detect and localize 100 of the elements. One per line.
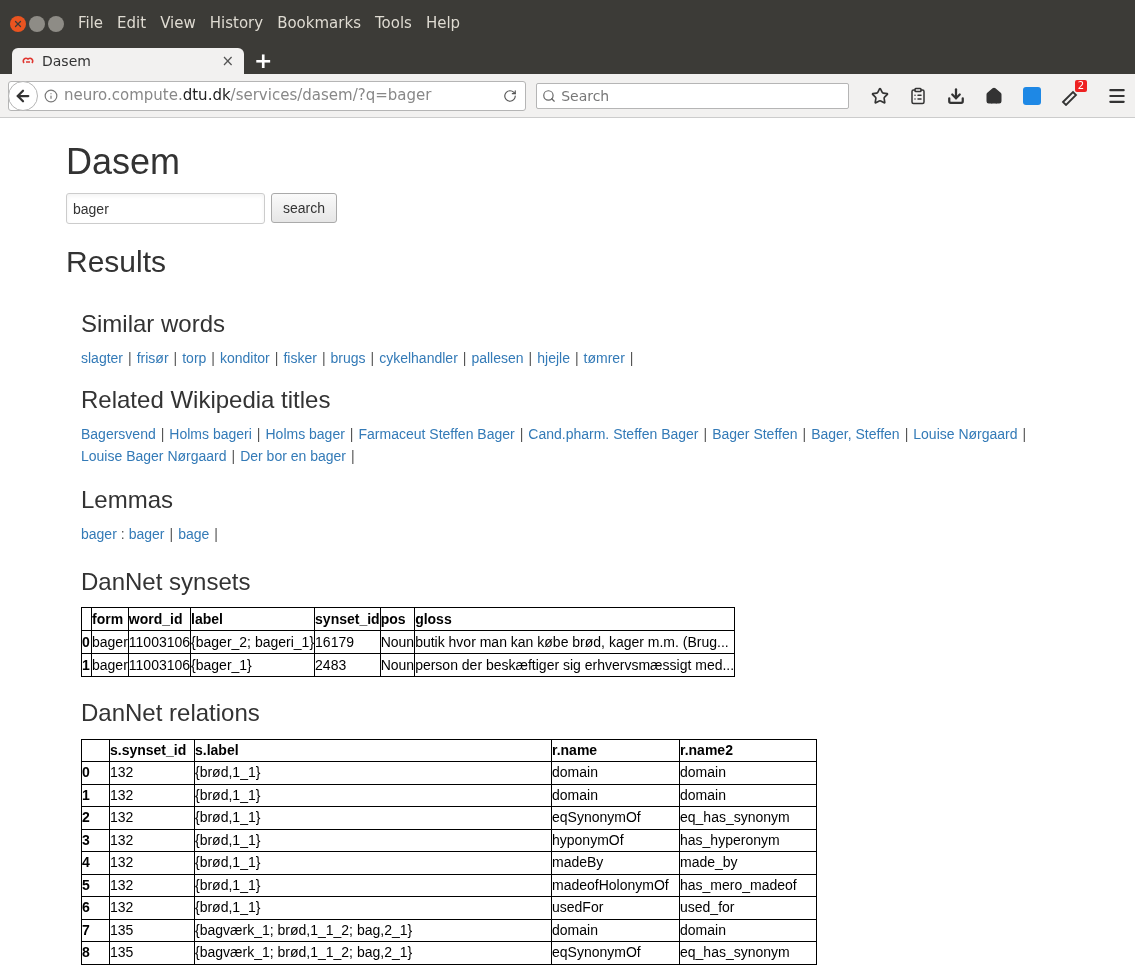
result-link[interactable]: Bager Steffen bbox=[712, 423, 798, 445]
result-link[interactable]: konditor bbox=[219, 347, 270, 369]
result-link[interactable]: Bager, Steffen bbox=[811, 423, 900, 445]
row-index: 4 bbox=[81, 851, 110, 874]
table-cell: {brød,1_1} bbox=[194, 784, 552, 807]
column-header: label bbox=[190, 607, 315, 631]
table-cell: {bagværk_1; brød,1_1_2; bag,2_1} bbox=[194, 919, 552, 942]
download-icon[interactable] bbox=[947, 86, 965, 105]
table-cell: person der beskæftiger sig erhvervsmæssigt med... bbox=[414, 653, 735, 677]
table-cell: Noun bbox=[380, 653, 415, 677]
separator: | bbox=[274, 349, 279, 368]
result-link[interactable]: Louise Nørgaard bbox=[913, 423, 1018, 445]
table-cell: hyponymOf bbox=[551, 829, 680, 852]
section-heading: DanNet synsets bbox=[81, 567, 252, 597]
maximize-icon[interactable] bbox=[48, 16, 64, 32]
close-icon[interactable] bbox=[10, 16, 26, 32]
row-index: 0 bbox=[81, 761, 110, 784]
separator: : bbox=[120, 525, 125, 544]
table-cell: eqSynonymOf bbox=[551, 806, 680, 829]
result-link[interactable]: Farmaceut Steffen Bager bbox=[358, 423, 515, 445]
reload-icon[interactable] bbox=[503, 88, 518, 103]
table-cell: {brød,1_1} bbox=[194, 851, 552, 874]
browser-tab[interactable]: Dasem × bbox=[12, 48, 244, 74]
back-icon[interactable] bbox=[8, 80, 38, 111]
page-title: Dasem bbox=[66, 140, 182, 184]
result-link[interactable]: pallesen bbox=[471, 347, 524, 369]
column-header: word_id bbox=[128, 607, 191, 631]
reading-list-icon[interactable] bbox=[909, 86, 927, 105]
row-index: 0 bbox=[81, 630, 92, 654]
table-cell: 132 bbox=[109, 896, 195, 919]
search-icon bbox=[542, 88, 557, 103]
result-link[interactable]: Der bor en bager bbox=[240, 445, 346, 467]
column-header: pos bbox=[380, 607, 415, 631]
results-heading: Results bbox=[66, 244, 168, 280]
separator: | bbox=[173, 349, 178, 368]
result-link[interactable]: tømrer bbox=[583, 347, 625, 369]
column-header: gloss bbox=[414, 607, 735, 631]
table-cell: made_by bbox=[679, 851, 817, 874]
menu-item[interactable]: Bookmarks bbox=[277, 12, 361, 35]
table-cell: usedFor bbox=[551, 896, 680, 919]
search-field[interactable]: Search bbox=[536, 82, 849, 109]
info-icon[interactable] bbox=[44, 88, 58, 103]
result-link[interactable]: Holms bager bbox=[265, 423, 345, 445]
result-link[interactable]: brugs bbox=[330, 347, 366, 369]
menu-item[interactable]: File bbox=[78, 12, 104, 35]
search-button[interactable]: search bbox=[271, 193, 338, 223]
separator: | bbox=[351, 447, 355, 466]
table-cell: 135 bbox=[109, 919, 195, 942]
table-cell: bager bbox=[91, 630, 129, 654]
table-cell: eq_has_synonym bbox=[679, 941, 817, 964]
result-link[interactable]: Cand.pharm. Steffen Bager bbox=[528, 423, 699, 445]
result-link[interactable]: Bagersvend bbox=[81, 423, 156, 445]
table-cell: domain bbox=[679, 784, 817, 807]
table-cell: {brød,1_1} bbox=[194, 806, 552, 829]
result-link[interactable]: hjejle bbox=[537, 347, 570, 369]
row-index: 6 bbox=[81, 896, 110, 919]
menu-item[interactable]: History bbox=[209, 12, 264, 35]
separator: | bbox=[462, 349, 467, 368]
menu-item[interactable]: View bbox=[160, 12, 196, 35]
table-cell: 132 bbox=[109, 829, 195, 852]
result-link[interactable]: bager bbox=[81, 523, 117, 545]
table-cell: Noun bbox=[380, 630, 415, 654]
result-link[interactable]: Louise Bager Nørgaard bbox=[81, 445, 227, 467]
result-link[interactable]: cykelhandler bbox=[379, 347, 458, 369]
query-field[interactable]: bager bbox=[66, 193, 265, 224]
table-cell: 135 bbox=[109, 941, 195, 964]
result-link[interactable]: frisør bbox=[136, 347, 169, 369]
minimize-icon[interactable] bbox=[29, 16, 45, 32]
table-cell: has_mero_madeof bbox=[679, 874, 817, 897]
section-heading: Similar words bbox=[81, 309, 227, 339]
separator: | bbox=[211, 349, 215, 368]
result-link[interactable]: torp bbox=[182, 347, 207, 369]
separator: | bbox=[214, 525, 218, 544]
url-field[interactable]: neuro.compute.dtu.dk/services/dasem/?q=bager bbox=[8, 80, 527, 111]
separator: | bbox=[370, 349, 375, 368]
bookmark-star-icon[interactable] bbox=[871, 86, 889, 105]
table-cell: 132 bbox=[109, 761, 195, 784]
home-icon[interactable] bbox=[985, 86, 1003, 105]
menu-item[interactable]: Edit bbox=[117, 12, 147, 35]
row-index: 1 bbox=[81, 784, 110, 807]
table-cell: madeBy bbox=[551, 851, 680, 874]
table-cell: {bager_1} bbox=[190, 653, 315, 677]
tab-title: Dasem bbox=[42, 51, 92, 71]
table-cell: butik hvor man kan købe brød, kager m.m. (Brug... bbox=[414, 630, 735, 654]
table-cell: {brød,1_1} bbox=[194, 896, 552, 919]
column-header: r.name2 bbox=[679, 739, 817, 762]
menu-item[interactable]: Help bbox=[425, 12, 461, 35]
tab-close-icon[interactable]: × bbox=[221, 49, 234, 73]
result-link[interactable]: Holms bageri bbox=[169, 423, 252, 445]
menu-item[interactable]: Tools bbox=[374, 12, 412, 35]
result-link[interactable]: bage bbox=[178, 523, 210, 545]
row-index: 5 bbox=[81, 874, 110, 897]
column-header: form bbox=[91, 607, 129, 631]
table-cell: domain bbox=[551, 761, 680, 784]
row-index: 1 bbox=[81, 653, 92, 677]
new-tab-icon[interactable]: + bbox=[254, 48, 273, 74]
result-link[interactable]: bager bbox=[128, 523, 165, 545]
result-link[interactable]: fisker bbox=[283, 347, 317, 369]
separator: | bbox=[574, 349, 579, 368]
result-link[interactable]: slagter bbox=[81, 347, 124, 369]
